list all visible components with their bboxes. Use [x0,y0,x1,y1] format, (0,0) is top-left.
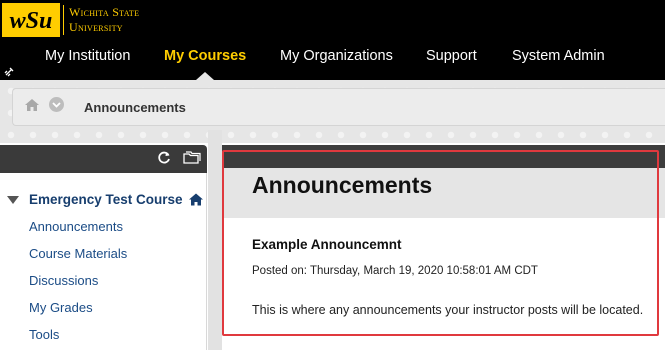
collapse-triangle-icon[interactable] [7,196,19,204]
page-title: Announcements [252,172,433,198]
chevron-down-icon[interactable] [49,97,64,112]
menu-item-announcements[interactable]: Announcements [29,219,123,234]
menu-item-my-grades[interactable]: My Grades [29,300,93,315]
nav-my-organizations[interactable]: My Organizations [280,48,393,64]
nav-support[interactable]: Support [426,48,477,64]
course-title[interactable]: Emergency Test Course [29,192,183,207]
announcement-body: This is where any announcements your ins… [252,303,644,317]
wsu-logo-mark: wSu [2,3,60,37]
course-menu-header [0,145,207,173]
menu-item-course-materials[interactable]: Course Materials [29,246,127,261]
nav-my-courses[interactable]: My Courses [164,48,246,64]
logo-wordmark: Wichita State University [69,5,139,35]
logo-line-2: University [69,20,123,34]
home-icon[interactable] [24,97,40,113]
announcement-title: Example Announcemnt [252,237,402,252]
nav-my-institution[interactable]: My Institution [45,48,130,64]
nav-system-admin[interactable]: System Admin [512,48,605,64]
breadcrumb-current: Announcements [84,100,186,115]
announcement-posted-date: Posted on: Thursday, March 19, 2020 10:5… [252,265,538,277]
menu-item-tools[interactable]: Tools [29,327,59,342]
refresh-icon[interactable] [156,150,172,166]
menu-item-discussions[interactable]: Discussions [29,273,98,288]
logo-line-1: Wichita State [69,5,140,19]
main-nav: My Institution My Courses My Organizatio… [0,44,665,72]
course-home-icon[interactable] [188,192,204,207]
university-logo[interactable]: wSu Wichita State University [2,2,160,38]
content-topbar [222,145,665,168]
active-nav-pointer [196,72,214,80]
logo-mark-text: wSu [10,8,53,34]
panel-splitter[interactable] [208,130,222,350]
folder-view-icon[interactable] [183,150,201,166]
link-icon[interactable] [4,67,14,80]
logo-divider [63,5,64,35]
